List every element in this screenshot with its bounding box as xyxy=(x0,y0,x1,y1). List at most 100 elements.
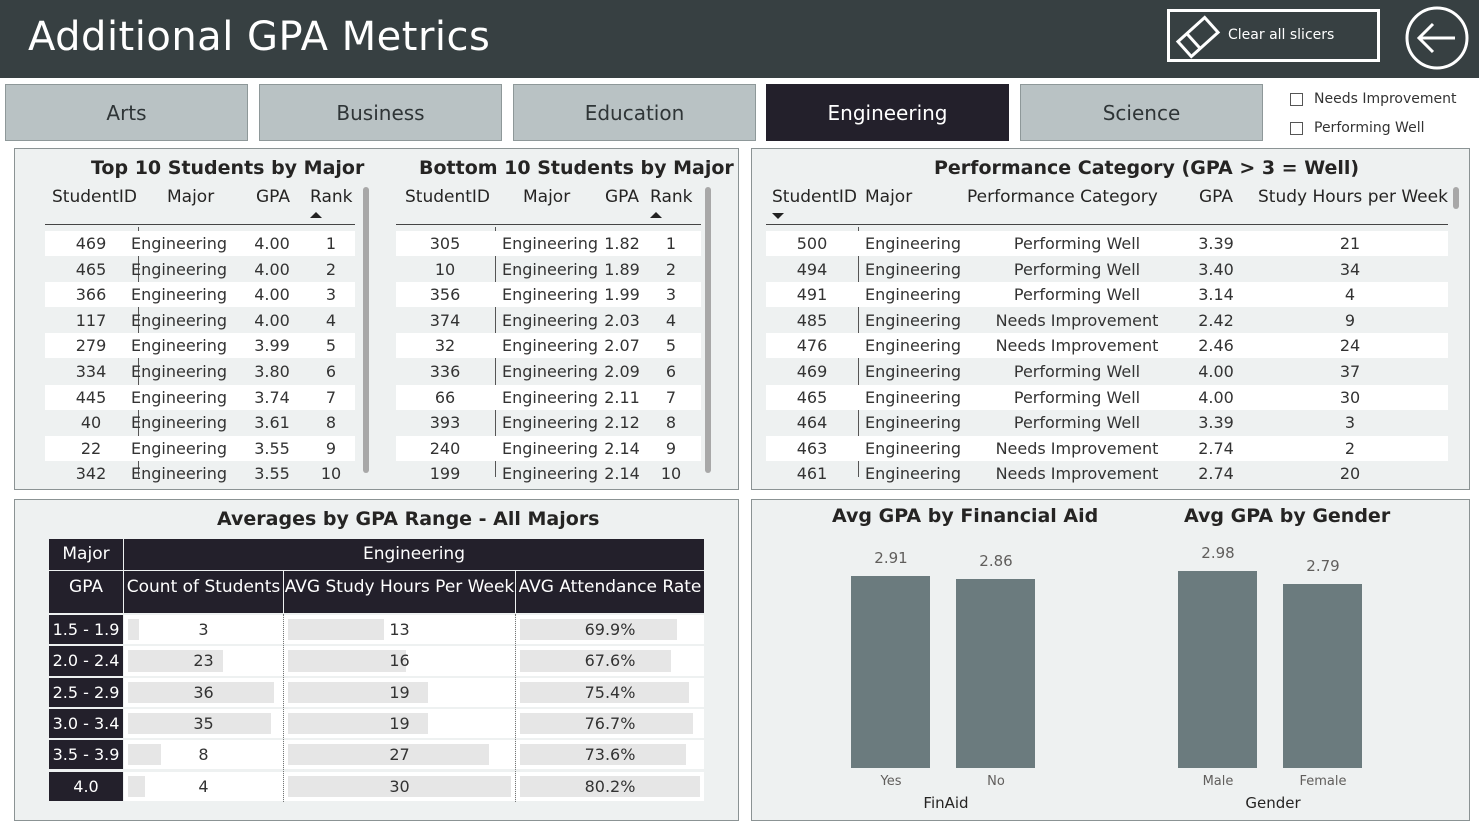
top10-scrollbar[interactable] xyxy=(363,187,369,473)
table-row[interactable]: 342 Engineering 3.55 10 xyxy=(45,461,355,486)
matrix-value: 23 xyxy=(193,651,214,671)
table-row[interactable]: 279 Engineering 3.99 5 xyxy=(45,333,355,359)
matrix-row-gpa-range[interactable]: 3.5 - 3.9 xyxy=(49,740,123,770)
matrix-value: 4 xyxy=(198,776,209,796)
bar-no[interactable] xyxy=(956,579,1035,768)
bar-male[interactable] xyxy=(1178,571,1257,768)
col-header-performance-category[interactable]: Performance Category xyxy=(967,187,1158,207)
table-row[interactable]: 461 Engineering Needs Improvement 2.74 20 xyxy=(766,461,1448,486)
performance-category-panel: Performance Category (GPA > 3 = Well) St… xyxy=(751,148,1470,490)
table-row[interactable]: 32 Engineering 2.07 5 xyxy=(396,333,701,359)
table-row[interactable]: 491 Engineering Performing Well 3.14 4 xyxy=(766,282,1448,308)
table-row[interactable]: 199 Engineering 2.14 10 xyxy=(396,461,701,486)
bar-yes[interactable] xyxy=(851,576,930,768)
matrix-cell-hours: 16 xyxy=(284,646,515,676)
data-label: 2.79 xyxy=(1306,557,1340,575)
col-header-gpa[interactable]: GPA xyxy=(605,187,639,207)
table-row[interactable]: 240 Engineering 2.14 9 xyxy=(396,435,701,461)
tab-education[interactable]: Education xyxy=(513,84,756,141)
table-row[interactable]: 366 Engineering 4.00 3 xyxy=(45,282,355,308)
checkbox[interactable] xyxy=(1290,92,1303,106)
table-cell: 374 xyxy=(429,310,461,330)
col-header-gpa[interactable]: GPA xyxy=(1199,187,1233,207)
matrix-major-value[interactable]: Engineering xyxy=(124,539,704,570)
table-row[interactable]: 464 Engineering Performing Well 3.39 3 xyxy=(766,410,1448,435)
matrix-value: 27 xyxy=(389,745,410,765)
tab-arts[interactable]: Arts xyxy=(5,84,248,141)
table-cell: Needs Improvement xyxy=(995,438,1159,458)
col-header-study-hours[interactable]: Study Hours per Week xyxy=(1258,187,1448,207)
table-cell: 9 xyxy=(325,438,337,458)
table-row[interactable]: 469 Engineering Performing Well 4.00 37 xyxy=(766,359,1448,384)
matrix-row-gpa-range[interactable]: 1.5 - 1.9 xyxy=(49,615,123,645)
filter-needs-improvement[interactable]: Needs Improvement xyxy=(1290,91,1457,107)
table-row[interactable]: 374 Engineering 2.03 4 xyxy=(396,308,701,333)
clear-slicers-label: Clear all slicers xyxy=(1228,27,1335,43)
checkbox[interactable] xyxy=(1290,121,1303,135)
bar-female[interactable] xyxy=(1283,584,1362,768)
table-row[interactable]: 494 Engineering Performing Well 3.40 34 xyxy=(766,257,1448,282)
table-row[interactable]: 66 Engineering 2.11 7 xyxy=(396,384,701,410)
table-cell: 3.99 xyxy=(254,336,290,356)
table-row[interactable]: 336 Engineering 2.09 6 xyxy=(396,359,701,384)
table-row[interactable]: 40 Engineering 3.61 8 xyxy=(45,410,355,435)
table-row[interactable]: 334 Engineering 3.80 6 xyxy=(45,359,355,384)
table-cell: 2.14 xyxy=(604,438,640,458)
table-row[interactable]: 117 Engineering 4.00 4 xyxy=(45,308,355,333)
matrix-cell-hours: 27 xyxy=(284,740,515,770)
table-cell: 5 xyxy=(665,336,677,356)
matrix-gpa-label: GPA xyxy=(49,571,123,613)
table-cell: 279 xyxy=(75,336,107,356)
matrix-row-gpa-range[interactable]: 4.0 xyxy=(49,771,123,801)
filter-performing-well[interactable]: Performing Well xyxy=(1290,120,1424,136)
col-header-avg-hours[interactable]: AVG Study Hours Per Week xyxy=(284,571,515,613)
table-row[interactable]: 356 Engineering 1.99 3 xyxy=(396,282,701,308)
table-row[interactable]: 305 Engineering 1.82 1 xyxy=(396,231,701,256)
tab-science[interactable]: Science xyxy=(1020,84,1263,141)
table-row[interactable]: 393 Engineering 2.12 8 xyxy=(396,410,701,435)
col-header-count[interactable]: Count of Students xyxy=(124,571,283,613)
matrix-value: 8 xyxy=(198,745,209,765)
table-row[interactable]: 22 Engineering 3.55 9 xyxy=(45,435,355,461)
table-cell: 465 xyxy=(75,259,107,279)
col-header-rank[interactable]: Rank xyxy=(310,187,352,207)
matrix-row-gpa-range[interactable]: 2.0 - 2.4 xyxy=(49,646,123,676)
col-header-rank[interactable]: Rank xyxy=(650,187,692,207)
matrix-value: 30 xyxy=(389,776,410,796)
col-header-gpa[interactable]: GPA xyxy=(256,187,290,207)
table-row[interactable]: 500 Engineering Performing Well 3.39 21 xyxy=(766,231,1448,256)
table-row[interactable]: 445 Engineering 3.74 7 xyxy=(45,384,355,410)
matrix-cell-att: 76.7% xyxy=(516,708,704,739)
table-cell: Engineering xyxy=(131,362,227,381)
clear-slicers-button[interactable]: Clear all slicers xyxy=(1167,9,1380,62)
table-row[interactable]: 463 Engineering Needs Improvement 2.74 2 xyxy=(766,435,1448,461)
matrix-row-gpa-range[interactable]: 3.0 - 3.4 xyxy=(49,708,123,739)
table-row[interactable]: 476 Engineering Needs Improvement 2.46 24 xyxy=(766,333,1448,359)
col-header-major[interactable]: Major xyxy=(523,187,570,207)
matrix-value: 35 xyxy=(193,713,214,733)
table-cell: 3.40 xyxy=(1198,259,1234,279)
bottom10-scrollbar[interactable] xyxy=(705,187,711,473)
col-header-avg-attendance[interactable]: AVG Attendance Rate xyxy=(516,571,704,613)
back-arrow-icon[interactable] xyxy=(1403,5,1471,71)
col-header-major[interactable]: Major xyxy=(167,187,214,207)
table-cell: 3 xyxy=(1344,413,1356,433)
table-cell: Engineering xyxy=(131,413,227,433)
performance-scrollbar[interactable] xyxy=(1453,187,1459,209)
tab-business[interactable]: Business xyxy=(259,84,502,141)
table-row[interactable]: 465 Engineering Performing Well 4.00 30 xyxy=(766,384,1448,410)
table-row[interactable]: 465 Engineering 4.00 2 xyxy=(45,257,355,282)
table-cell: Engineering xyxy=(865,413,961,433)
col-header-studentid[interactable]: StudentID xyxy=(52,187,137,207)
col-header-major[interactable]: Major xyxy=(865,187,912,207)
matrix-row-gpa-range[interactable]: 2.5 - 2.9 xyxy=(49,677,123,707)
table-cell: 4 xyxy=(665,310,677,330)
table-cell: 21 xyxy=(1339,234,1361,253)
averages-title: Averages by GPA Range - All Majors xyxy=(217,508,600,530)
table-row[interactable]: 10 Engineering 1.89 2 xyxy=(396,257,701,282)
table-row[interactable]: 469 Engineering 4.00 1 xyxy=(45,231,355,256)
tab-engineering[interactable]: Engineering xyxy=(766,84,1009,141)
col-header-studentid[interactable]: StudentID xyxy=(405,187,490,207)
table-row[interactable]: 485 Engineering Needs Improvement 2.42 9 xyxy=(766,308,1448,333)
col-header-studentid[interactable]: StudentID xyxy=(772,187,857,207)
